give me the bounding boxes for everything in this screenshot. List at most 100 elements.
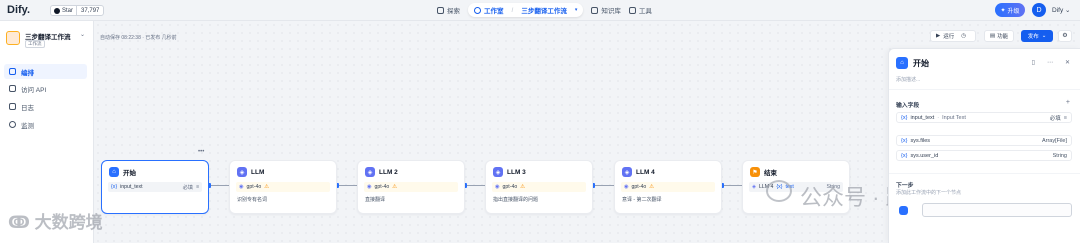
sidebar-item-label: 监测 xyxy=(21,122,34,130)
close-icon[interactable]: ✕ xyxy=(1065,59,1070,66)
github-star-label: Star xyxy=(62,7,74,14)
more-icon[interactable]: ⋯ xyxy=(1047,59,1053,66)
llm-icon: ◈ xyxy=(237,167,247,177)
node-model-row: ◉ gpt-4o ⚠ xyxy=(364,182,458,192)
variable-icon: {x} xyxy=(901,137,908,144)
features-label: 功能 xyxy=(997,34,1009,40)
dify-logo[interactable]: Dify. xyxy=(7,4,30,16)
home-icon: ⌂ xyxy=(109,167,119,177)
node-title: LLM xyxy=(251,168,265,176)
sidebar-item-label: 日志 xyxy=(21,104,34,112)
user-name[interactable]: Dify ⌄ xyxy=(1052,6,1070,14)
node-more-icon[interactable]: ••• xyxy=(198,149,204,155)
sidebar-item-api[interactable]: 访问 API xyxy=(4,81,87,96)
main-nav: 探索 工作室 / 三步翻译工作流 ▾ 知识库 工具 xyxy=(437,3,652,17)
nav-knowledge[interactable]: 知识库 xyxy=(591,5,621,15)
publish-button[interactable]: 发布 ⌄ xyxy=(1021,30,1053,42)
divider xyxy=(889,89,1080,90)
sidebar-item-orchestrate[interactable]: 编排 xyxy=(4,64,87,79)
panel-description-input[interactable]: 添加描述... xyxy=(896,76,920,83)
home-icon xyxy=(899,206,908,215)
watermark-left-text: 大数跨境 xyxy=(34,213,103,232)
warning-icon: ⚠ xyxy=(392,184,398,190)
add-next-node-button[interactable] xyxy=(922,203,1072,217)
help-book-icon[interactable]: ▯ xyxy=(1032,59,1035,66)
sys-var-type: String xyxy=(1052,152,1067,159)
node-model-name: gpt-4o xyxy=(246,184,262,190)
required-badge: 必填 xyxy=(182,184,193,191)
node-start[interactable]: ⌂ 开始 {x} input_text 必填 ≡ xyxy=(101,160,209,214)
node-llm-4[interactable]: ◈ LLM 4 ◉ gpt-4o ⚠ 意译 - 第二次翻译 xyxy=(614,160,722,214)
chevron-down-icon: ▾ xyxy=(574,7,578,13)
compass-icon xyxy=(437,6,444,14)
node-llm-2[interactable]: ◈ LLM 2 ◉ gpt-4o ⚠ 直接翻译 xyxy=(357,160,465,214)
llm-icon: ◈ xyxy=(752,184,756,190)
node-title: LLM 2 xyxy=(379,168,398,176)
input-var-sep: · xyxy=(937,114,940,121)
sys-var-type: Array[File] xyxy=(1041,137,1067,144)
nav-tools[interactable]: 工具 xyxy=(628,5,652,15)
features-button[interactable]: ▤ 功能 xyxy=(984,30,1014,42)
github-star-button[interactable]: Star 37,797 xyxy=(50,5,105,16)
upgrade-button[interactable]: ✦ 升级 xyxy=(995,3,1025,17)
user-name-label: Dify xyxy=(1052,7,1064,14)
nav-explore-label: 探索 xyxy=(447,8,460,15)
node-model-name: gpt-4o xyxy=(502,184,518,190)
avatar[interactable]: D xyxy=(1032,3,1046,17)
document-icon xyxy=(9,103,16,110)
sidebar-item-logs[interactable]: 日志 xyxy=(4,99,87,114)
node-model-name: gpt-4o xyxy=(631,184,647,190)
input-section-title: 输入字段 xyxy=(896,103,920,109)
studio-icon xyxy=(474,6,481,14)
run-button[interactable]: ▶ 运行 ◷ xyxy=(930,30,976,42)
edge xyxy=(465,185,485,186)
app-menu-chevron-icon[interactable]: ⌄ xyxy=(80,31,85,38)
sidebar-item-monitor[interactable]: 监测 xyxy=(4,117,87,132)
node-llm[interactable]: ◈ LLM ◉ gpt-4o ⚠ 识别专有名词 xyxy=(229,160,337,214)
node-llm-3[interactable]: ◈ LLM 3 ◉ gpt-4o ⚠ 指出直接翻译的问题 xyxy=(485,160,593,214)
input-variable-row[interactable]: {x} input_text · Input Text 必填 ≡ xyxy=(896,112,1072,123)
edge xyxy=(337,185,357,186)
terminal-icon xyxy=(9,85,16,92)
layout-icon xyxy=(9,68,16,75)
add-input-icon[interactable]: + xyxy=(1066,99,1070,106)
nav-explore[interactable]: 探索 xyxy=(437,5,460,15)
workflow-more-icon[interactable]: ⚙ xyxy=(1058,30,1072,42)
nav-current-app[interactable]: 三步翻译工作流 xyxy=(521,5,567,15)
flag-icon: ⚑ xyxy=(750,167,760,177)
variable-icon: {x} xyxy=(901,114,908,121)
node-description: 指出直接翻译的问题 xyxy=(493,197,539,203)
node-title: 结束 xyxy=(764,170,777,177)
edge xyxy=(593,185,614,186)
model-icon: ◉ xyxy=(239,184,244,190)
node-model-row: ◉ gpt-4o ⚠ xyxy=(621,182,715,192)
history-icon[interactable]: ◷ xyxy=(961,33,966,39)
llm-icon: ◈ xyxy=(493,167,503,177)
nav-separator: / xyxy=(511,6,514,14)
wechat-icon xyxy=(766,180,792,202)
variable-icon: {x} xyxy=(111,184,118,190)
play-icon: ▶ xyxy=(936,33,941,39)
warning-icon: ⚠ xyxy=(264,184,270,190)
top-bar: Dify. Star 37,797 探索 工作室 / 三步翻译工作流 ▾ 知识库… xyxy=(0,0,1080,21)
next-step-description: 添加此工作流中的下一个节点 xyxy=(896,190,962,196)
github-star-count: 37,797 xyxy=(81,7,100,14)
text-type-icon: ≡ xyxy=(195,184,199,190)
divider xyxy=(889,173,1080,174)
sparkle-icon: ✦ xyxy=(1000,7,1006,14)
briefcase-icon xyxy=(628,6,636,14)
node-model-row: ◉ gpt-4o ⚠ xyxy=(236,182,330,192)
input-var-name: input_text xyxy=(910,114,935,121)
autosave-status: 自动保存 08:22:38 · 已发布 几秒前 xyxy=(100,35,177,41)
nav-studio[interactable]: 工作室 / 三步翻译工作流 ▾ xyxy=(468,3,584,17)
app-type-badge: 工作流 xyxy=(25,40,45,48)
monitor-icon xyxy=(9,121,16,128)
logo-swirl-icon: ↂ xyxy=(8,213,30,232)
node-title: LLM 3 xyxy=(507,168,526,176)
nav-knowledge-label: 知识库 xyxy=(601,8,621,15)
required-badge: 必填 xyxy=(1049,115,1061,122)
run-label: 运行 xyxy=(943,34,955,40)
edge xyxy=(209,185,229,186)
features-icon: ▤ xyxy=(989,33,996,39)
watermark-left: ↂ 大数跨境 xyxy=(8,208,103,233)
